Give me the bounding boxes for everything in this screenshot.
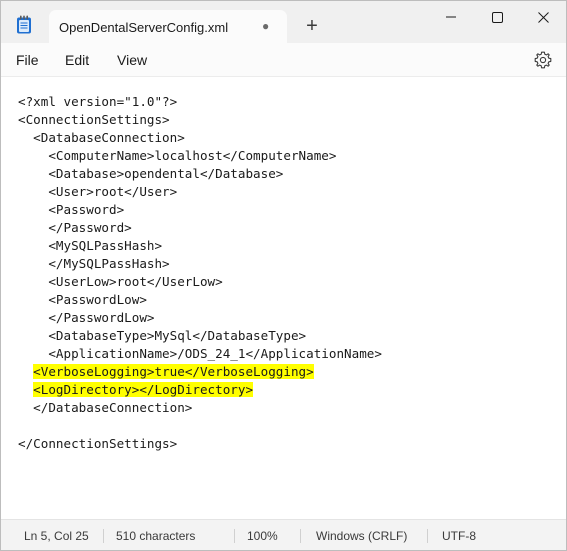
editor-line-13: </PasswordLow> <box>18 310 155 325</box>
editor-line-8: </Password> <box>18 220 132 235</box>
status-separator <box>300 529 301 543</box>
highlighted-verbose-logging: <VerboseLogging>true</VerboseLogging> <box>33 364 314 379</box>
close-icon <box>537 11 549 23</box>
line-ending[interactable]: Windows (CRLF) <box>316 529 407 543</box>
status-separator <box>234 529 235 543</box>
editor-line-1: <?xml version="1.0"?> <box>18 94 178 109</box>
editor-line-14: <DatabaseType>MySql</DatabaseType> <box>18 328 307 343</box>
highlighted-log-directory: <LogDirectory></LogDirectory> <box>33 382 254 397</box>
cursor-position: Ln 5, Col 25 <box>24 529 89 543</box>
menu-bar: File Edit View <box>1 43 566 77</box>
editor-line-12: <PasswordLow> <box>18 292 147 307</box>
menu-view[interactable]: View <box>117 52 147 68</box>
status-bar: Ln 5, Col 25 510 characters 100% Windows… <box>1 519 566 550</box>
editor-line-11: <UserLow>root</UserLow> <box>18 274 223 289</box>
zoom-level[interactable]: 100% <box>247 529 278 543</box>
menu-edit[interactable]: Edit <box>65 52 89 68</box>
editor-line-2: <ConnectionSettings> <box>18 112 170 127</box>
tab-title: OpenDentalServerConfig.xml <box>59 20 229 35</box>
editor-line-3: <DatabaseConnection> <box>18 130 185 145</box>
tab-opendentalserverconfig[interactable]: OpenDentalServerConfig.xml ● <box>49 10 287 43</box>
text-editor[interactable]: <?xml version="1.0"?> <ConnectionSetting… <box>1 78 566 518</box>
editor-line-17: <LogDirectory></LogDirectory> <box>18 381 382 399</box>
editor-line-7: <Password> <box>18 202 125 217</box>
close-button[interactable] <box>520 1 566 33</box>
editor-line-10: </MySQLPassHash> <box>18 256 170 271</box>
notepad-icon <box>17 15 31 34</box>
unsaved-changes-dot-icon[interactable]: ● <box>262 20 269 32</box>
notepad-window: OpenDentalServerConfig.xml ● + File Edit… <box>0 0 567 551</box>
editor-line-20: </ConnectionSettings> <box>18 436 178 451</box>
status-separator <box>103 529 104 543</box>
editor-line-5: <Database>opendental</Database> <box>18 166 284 181</box>
editor-line-16: <VerboseLogging>true</VerboseLogging> <box>18 363 382 381</box>
maximize-icon <box>491 11 503 23</box>
editor-line-6: <User>root</User> <box>18 184 178 199</box>
minimize-icon <box>446 16 456 18</box>
editor-line-18: </DatabaseConnection> <box>18 400 193 415</box>
title-bar: OpenDentalServerConfig.xml ● + <box>1 1 566 43</box>
status-separator <box>427 529 428 543</box>
maximize-button[interactable] <box>474 1 520 33</box>
new-tab-button[interactable]: + <box>301 16 323 38</box>
minimize-button[interactable] <box>428 1 474 33</box>
editor-content[interactable]: <?xml version="1.0"?> <ConnectionSetting… <box>18 93 382 453</box>
character-count: 510 characters <box>116 529 196 543</box>
editor-line-9: <MySQLPassHash> <box>18 238 163 253</box>
editor-line-4: <ComputerName>localhost</ComputerName> <box>18 148 337 163</box>
editor-line-19 <box>18 417 382 435</box>
gear-icon[interactable] <box>534 51 552 69</box>
editor-line-15: <ApplicationName>/ODS_24_1</ApplicationN… <box>18 346 382 361</box>
menu-file[interactable]: File <box>16 52 39 68</box>
encoding[interactable]: UTF-8 <box>442 529 476 543</box>
